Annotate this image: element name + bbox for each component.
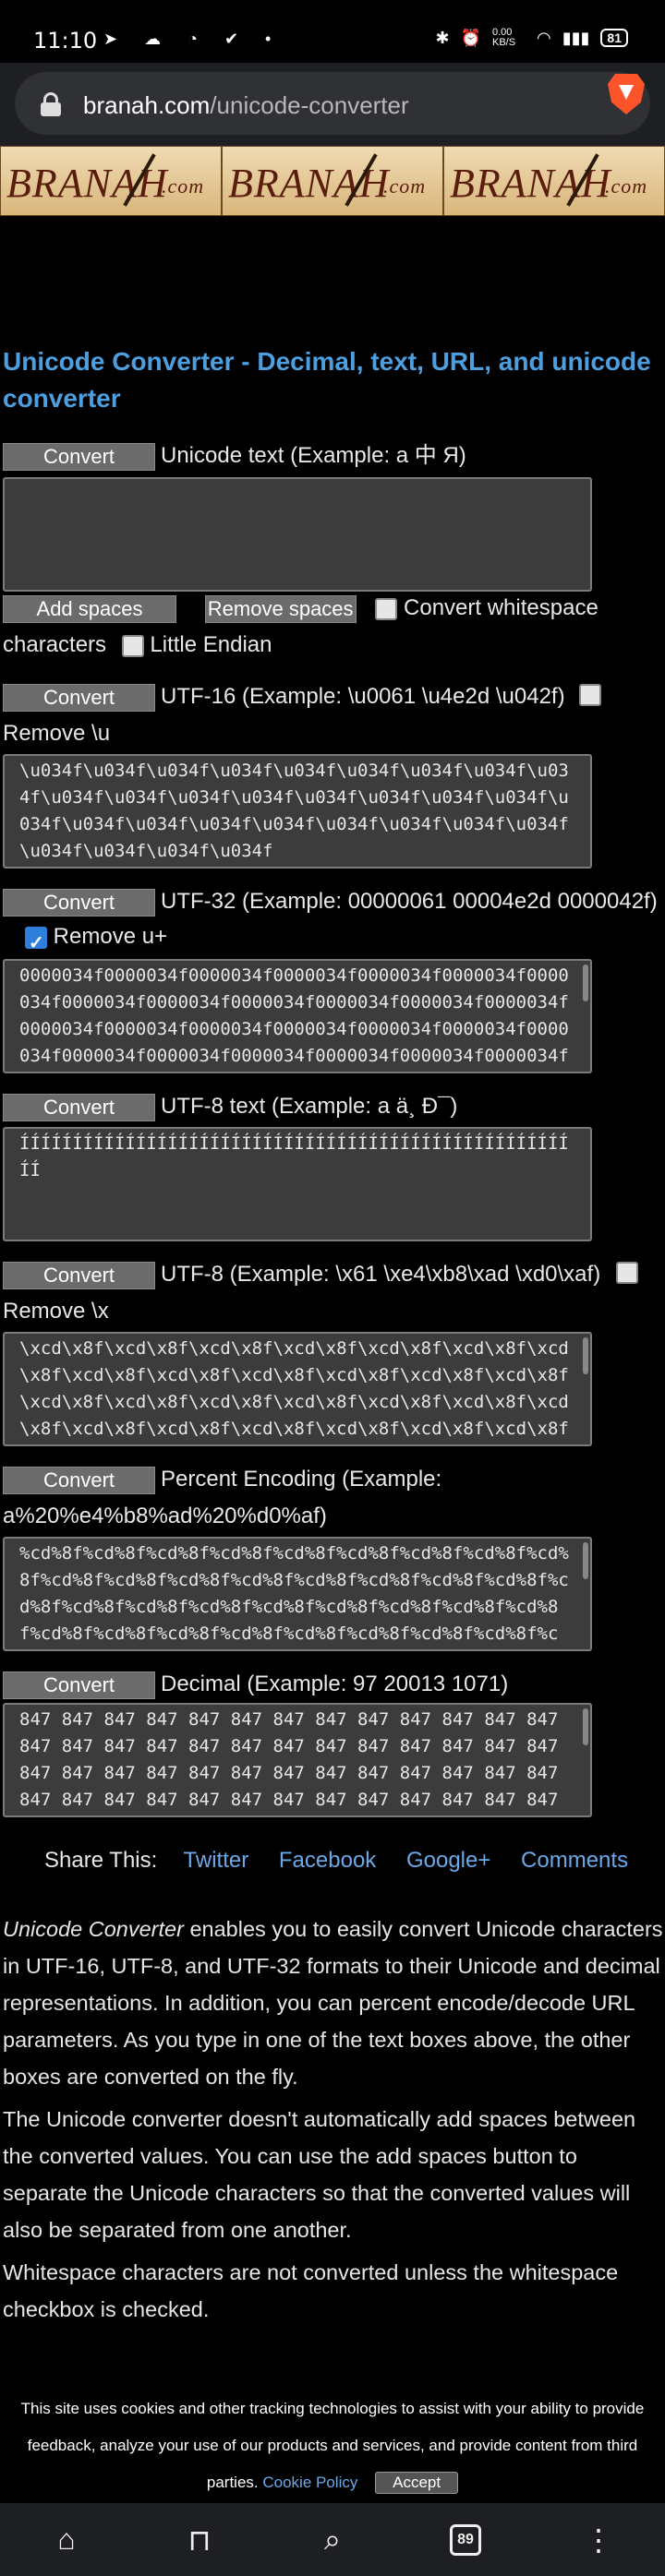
field-label: Decimal (Example: 97 20013 1071)	[161, 1671, 509, 1696]
options-row: Add spaces Remove spaces Convert whitesp…	[3, 590, 664, 627]
tabs-icon[interactable]: 89	[450, 2523, 481, 2556]
remove-x-label: Remove \x	[3, 1299, 109, 1324]
home-icon[interactable]: ⌂	[39, 2512, 94, 2568]
url-text[interactable]: branah.com/unicode-converter	[83, 91, 409, 120]
utf32-row: Convert UTF-32 (Example: 00000061 00004e2…	[3, 883, 664, 920]
unicode-text-row: Convert Unicode text (Example: a 中 Я)	[3, 437, 466, 474]
field-label: UTF-8 text (Example: a ä¸­ Ð¯)	[161, 1094, 458, 1119]
lock-icon[interactable]	[41, 92, 61, 116]
status-time: 11:10	[33, 28, 98, 54]
description-paragraph: Unicode Converter enables you to easily …	[3, 1911, 664, 2095]
field-label: UTF-8 (Example: \x61 \xe4\xb8\xad \xd0\x…	[161, 1262, 601, 1287]
tabs-button[interactable]: 89	[438, 2512, 493, 2568]
share-label: Share This:	[44, 1848, 158, 1873]
twitter-link[interactable]: Twitter	[184, 1848, 249, 1873]
page-title: Unicode Converter - Decimal, text, URL, …	[3, 347, 651, 413]
checkbox-label: characters	[3, 632, 107, 657]
convert-button[interactable]: Convert	[3, 1093, 155, 1121]
utf16-row: Convert UTF-16 (Example: \u0061 \u4e2d \u…	[3, 678, 664, 715]
utf8-row: Convert UTF-8 (Example: \x61 \xe4\xb8\xad…	[3, 1256, 664, 1293]
utf16-input[interactable]: \u034f\u034f\u034f\u034f\u034f\u034f\u03…	[3, 754, 592, 869]
bluetooth-icon: ✱	[435, 28, 450, 47]
description-text: enables you to easily convert Unicode ch…	[3, 1917, 663, 2089]
utf8-text-row: Convert UTF-8 text (Example: a ä¸­ Ð¯)	[3, 1088, 457, 1125]
status-bar: 11:10 ➤ ☁ ◔ ✔ • ✱ ⏰ 0.00 KB/S ◠ ▮▮▮ 81	[0, 0, 665, 63]
scrollbar[interactable]	[583, 1542, 588, 1579]
system-icons: ✱ ⏰ 0.00 KB/S ◠ ▮▮▮ 81	[435, 28, 628, 48]
logo[interactable]: BRANAH .com	[222, 146, 443, 216]
percent-row: Convert Percent Encoding (Example:	[3, 1461, 441, 1498]
browser-toolbar: branah.com/unicode-converter	[0, 63, 665, 146]
convert-button[interactable]: Convert	[3, 442, 155, 471]
cookie-text: This site uses cookies and other trackin…	[0, 2390, 665, 2501]
textarea-value: 0000034f0000034f0000034f0000034f0000034f…	[19, 965, 569, 1066]
utf8-input[interactable]: \xcd\x8f\xcd\x8f\xcd\x8f\xcd\x8f\xcd\x8f…	[3, 1332, 592, 1446]
cookie-banner: This site uses cookies and other trackin…	[0, 2390, 665, 2503]
network-speed: 0.00 KB/S	[491, 27, 516, 48]
bookmark-icon[interactable]: ⊓	[172, 2512, 227, 2568]
checkbox-label: Little Endian	[150, 632, 272, 657]
search-icon[interactable]: ⌕	[305, 2512, 360, 2568]
remove-x-checkbox[interactable]	[616, 1262, 638, 1284]
convert-button[interactable]: Convert	[3, 1261, 155, 1289]
accept-button[interactable]: Accept	[375, 2472, 459, 2494]
remove-u-checkbox[interactable]	[579, 684, 601, 706]
decimal-input[interactable]: 847 847 847 847 847 847 847 847 847 847 …	[3, 1703, 592, 1817]
decimal-row: Convert Decimal (Example: 97 20013 1071)	[3, 1666, 508, 1703]
logo[interactable]: BRANAH .com	[0, 146, 222, 216]
textarea-value: %cd%8f%cd%8f%cd%8f%cd%8f%cd%8f%cd%8f%cd%…	[19, 1543, 569, 1644]
address-bar[interactable]: branah.com/unicode-converter	[15, 72, 650, 135]
convert-button[interactable]: Convert	[3, 1671, 155, 1699]
remove-u-label: Remove \u	[3, 721, 111, 746]
google-plus-link[interactable]: Google+	[406, 1848, 490, 1873]
alarm-icon: ⏰	[460, 28, 481, 47]
little-endian-checkbox[interactable]	[121, 634, 144, 657]
facebook-link[interactable]: Facebook	[279, 1848, 376, 1873]
textarea-value: 847 847 847 847 847 847 847 847 847 847 …	[19, 1709, 559, 1810]
scrollbar[interactable]	[583, 1337, 588, 1374]
bottom-nav: ⌂ ⊓ ⌕ 89 ⋮	[0, 2503, 665, 2576]
notification-icons: ➤ ☁ ◔ ✔ •	[103, 30, 283, 48]
checkbox-label: Remove u+	[53, 924, 168, 949]
battery-icon: 81	[600, 29, 628, 47]
textarea-value: \xcd\x8f\xcd\x8f\xcd\x8f\xcd\x8f\xcd\x8f…	[19, 1338, 569, 1439]
remove-uplus-checkbox[interactable]	[25, 925, 47, 962]
checkbox-label: Convert whitespace	[404, 595, 598, 620]
description-paragraph: The Unicode converter doesn't automatica…	[3, 2107, 636, 2242]
field-label: Percent Encoding (Example:	[161, 1467, 442, 1492]
scrollbar[interactable]	[583, 965, 588, 1001]
convert-button[interactable]: Convert	[3, 683, 155, 712]
options-row-2: characters Little Endian	[3, 627, 272, 664]
convert-whitespace-checkbox[interactable]	[375, 597, 398, 620]
remove-uplus-row: Remove u+	[3, 918, 168, 962]
signal-icon: ▮▮▮	[562, 28, 590, 47]
scrollbar[interactable]	[583, 1708, 588, 1745]
utf8-text-input[interactable]: ÍÍÍÍÍÍÍÍÍÍÍÍÍÍÍÍÍÍÍÍÍÍÍÍÍÍÍÍÍÍÍÍÍÍÍÍÍÍÍÍ…	[3, 1127, 592, 1241]
field-label: UTF-32 (Example: 00000061 00004e2d 00000…	[161, 889, 658, 914]
field-label: Unicode text (Example: a 中 Я)	[161, 443, 466, 468]
menu-icon[interactable]: ⋮	[571, 2512, 626, 2568]
description-paragraph: Whitespace characters are not converted …	[3, 2260, 619, 2321]
remove-spaces-button[interactable]: Remove spaces	[204, 594, 357, 623]
add-spaces-button[interactable]: Add spaces	[3, 594, 176, 623]
field-label: UTF-16 (Example: \u0061 \u4e2d \u042f)	[161, 684, 565, 709]
logo[interactable]: BRANAH .com	[443, 146, 665, 216]
comments-link[interactable]: Comments	[521, 1848, 628, 1873]
wifi-icon: ◠	[536, 28, 551, 47]
convert-button[interactable]: Convert	[3, 888, 155, 917]
description-emphasis: Unicode Converter	[3, 1917, 184, 1941]
unicode-text-input[interactable]	[3, 477, 592, 592]
convert-button[interactable]: Convert	[3, 1466, 155, 1494]
cookie-policy-link[interactable]: Cookie Policy	[262, 2474, 357, 2491]
share-bar: Share This: Twitter Facebook Google+ Com…	[44, 1848, 652, 1874]
percent-input[interactable]: %cd%8f%cd%8f%cd%8f%cd%8f%cd%8f%cd%8f%cd%…	[3, 1537, 592, 1651]
site-banner[interactable]: BRANAH .com BRANAH .com BRANAH .com	[0, 146, 665, 216]
utf32-input[interactable]: 0000034f0000034f0000034f0000034f0000034f…	[3, 959, 592, 1073]
percent-example: a%20%e4%b8%ad%20%d0%af)	[3, 1504, 327, 1528]
